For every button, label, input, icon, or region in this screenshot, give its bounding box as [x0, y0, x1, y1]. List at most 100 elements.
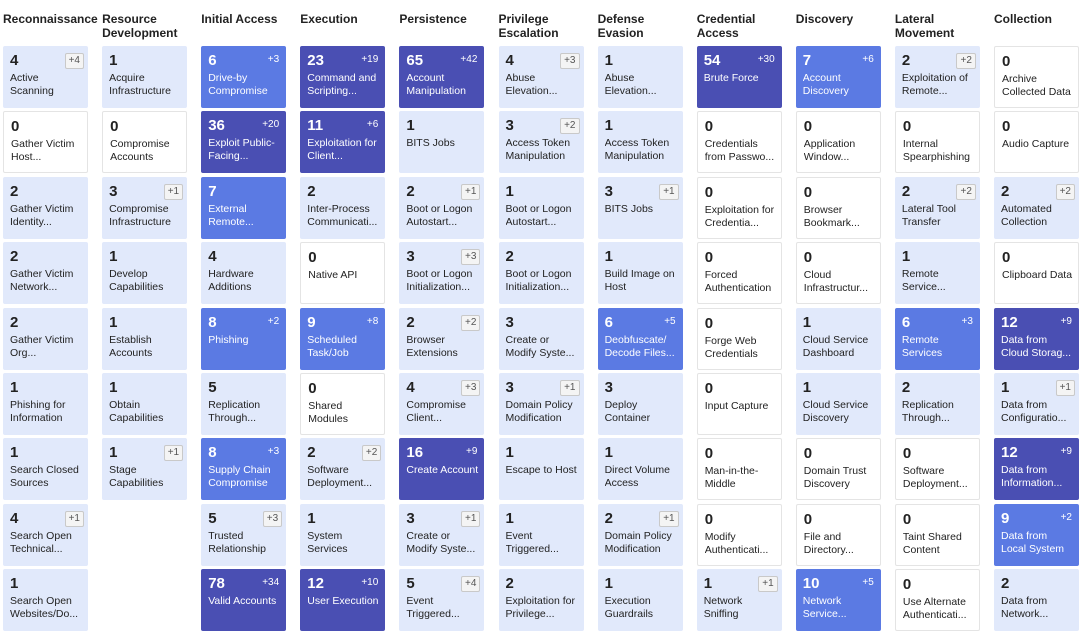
- technique-cell[interactable]: 0 Application Window...: [795, 111, 881, 174]
- subtechnique-badge[interactable]: +9: [1058, 445, 1075, 459]
- subtechnique-badge[interactable]: +1: [163, 183, 184, 200]
- technique-cell[interactable]: 0 Audio Capture: [994, 111, 1079, 174]
- subtechnique-badge[interactable]: +3: [265, 53, 282, 67]
- technique-cell[interactable]: 0 Cloud Infrastructur...: [795, 242, 881, 305]
- technique-cell[interactable]: 9 +8 Scheduled Task/Job: [300, 307, 386, 370]
- technique-cell[interactable]: 4 +3 Abuse Elevation...: [498, 46, 584, 108]
- technique-cell[interactable]: 1 Remote Service...: [894, 242, 980, 305]
- technique-cell[interactable]: 2 Replication Through...: [894, 373, 980, 435]
- subtechnique-badge[interactable]: +30: [755, 53, 778, 67]
- subtechnique-badge[interactable]: +1: [758, 576, 778, 593]
- technique-cell[interactable]: 1 Cloud Service Discovery: [795, 373, 881, 435]
- subtechnique-badge[interactable]: +2: [1055, 183, 1075, 200]
- subtechnique-badge[interactable]: +1: [163, 445, 184, 462]
- technique-cell[interactable]: 7 +6 Account Discovery: [795, 46, 881, 108]
- subtechnique-badge[interactable]: +3: [265, 445, 282, 459]
- subtechnique-badge[interactable]: +10: [358, 576, 381, 590]
- technique-cell[interactable]: 1 Cloud Service Dashboard: [795, 307, 881, 370]
- technique-cell[interactable]: 0 Forge Web Credentials: [696, 307, 782, 370]
- subtechnique-badge[interactable]: +5: [859, 576, 876, 590]
- technique-cell[interactable]: 1 Search Open Websites/Do...: [3, 569, 88, 632]
- subtechnique-badge[interactable]: +3: [262, 510, 283, 527]
- subtechnique-badge[interactable]: +1: [64, 510, 84, 527]
- technique-cell[interactable]: 1 +1 Stage Capabilities: [102, 438, 188, 501]
- technique-cell[interactable]: 9 +2 Data from Local System: [994, 503, 1079, 566]
- technique-cell[interactable]: 1 System Services: [300, 503, 386, 566]
- technique-cell[interactable]: 3 +1 Compromise Infrastructure: [102, 176, 188, 239]
- technique-cell[interactable]: 1 Obtain Capabilities: [102, 373, 188, 435]
- technique-cell[interactable]: 0 Forced Authentication: [696, 242, 782, 305]
- technique-cell[interactable]: 11 +6 Exploitation for Client...: [300, 111, 386, 174]
- subtechnique-badge[interactable]: +3: [460, 249, 481, 266]
- technique-cell[interactable]: 0 Archive Collected Data: [994, 46, 1079, 108]
- technique-cell[interactable]: 2 Gather Victim Network...: [3, 242, 88, 305]
- subtechnique-badge[interactable]: +1: [460, 183, 481, 200]
- technique-cell[interactable]: 12 +9 Data from Information...: [994, 438, 1079, 501]
- subtechnique-badge[interactable]: +2: [560, 118, 580, 135]
- technique-cell[interactable]: 2 Exploitation for Privilege...: [498, 569, 584, 632]
- subtechnique-badge[interactable]: +1: [659, 510, 679, 527]
- technique-cell[interactable]: 23 +19 Command and Scripting...: [300, 46, 386, 108]
- technique-cell[interactable]: 36 +20 Exploit Public-Facing...: [201, 111, 287, 174]
- subtechnique-badge[interactable]: +3: [958, 315, 975, 329]
- subtechnique-badge[interactable]: +9: [463, 445, 480, 459]
- technique-cell[interactable]: 78 +34 Valid Accounts: [201, 569, 287, 632]
- subtechnique-badge[interactable]: +4: [64, 53, 84, 69]
- subtechnique-badge[interactable]: +2: [361, 445, 382, 462]
- technique-cell[interactable]: 2 Inter-Process Communicati...: [300, 176, 386, 239]
- technique-cell[interactable]: 3 Deploy Container: [597, 373, 683, 435]
- technique-cell[interactable]: 12 +9 Data from Cloud Storag...: [994, 307, 1079, 370]
- subtechnique-badge[interactable]: +1: [1055, 380, 1075, 396]
- technique-cell[interactable]: 3 +2 Access Token Manipulation: [498, 111, 584, 174]
- technique-cell[interactable]: 1 Execution Guardrails: [597, 569, 683, 632]
- technique-cell[interactable]: 3 +1 Create or Modify Syste...: [399, 503, 485, 566]
- subtechnique-badge[interactable]: +2: [460, 314, 481, 331]
- technique-cell[interactable]: 1 Event Triggered...: [498, 503, 584, 566]
- technique-cell[interactable]: 12 +10 User Execution: [300, 569, 386, 632]
- technique-cell[interactable]: 1 Build Image on Host: [597, 242, 683, 305]
- technique-cell[interactable]: 16 +9 Create Account: [399, 438, 485, 501]
- technique-cell[interactable]: 1 +1 Data from Configuratio...: [994, 373, 1079, 435]
- technique-cell[interactable]: 0 Modify Authenticati...: [696, 503, 782, 566]
- technique-cell[interactable]: 65 +42 Account Manipulation: [399, 46, 485, 108]
- technique-cell[interactable]: 1 Phishing for Information: [3, 373, 88, 435]
- subtechnique-badge[interactable]: +6: [364, 118, 381, 132]
- technique-cell[interactable]: 4 +4 Active Scanning: [3, 46, 88, 108]
- subtechnique-badge[interactable]: +1: [659, 183, 679, 200]
- technique-cell[interactable]: 3 Create or Modify Syste...: [498, 307, 584, 370]
- subtechnique-badge[interactable]: +20: [259, 118, 282, 132]
- technique-cell[interactable]: 3 +1 Domain Policy Modification: [498, 373, 584, 435]
- technique-cell[interactable]: 1 Establish Accounts: [102, 307, 188, 370]
- technique-cell[interactable]: 0 File and Directory...: [795, 503, 881, 566]
- subtechnique-badge[interactable]: +2: [956, 53, 976, 69]
- technique-cell[interactable]: 2 Data from Network...: [994, 569, 1079, 632]
- technique-cell[interactable]: 2 +1 Domain Policy Modification: [597, 503, 683, 566]
- technique-cell[interactable]: 0 Browser Bookmark...: [795, 176, 881, 239]
- technique-cell[interactable]: 3 +1 BITS Jobs: [597, 176, 683, 239]
- technique-cell[interactable]: 5 +3 Trusted Relationship: [201, 503, 287, 566]
- technique-cell[interactable]: 2 Gather Victim Org...: [3, 307, 88, 370]
- subtechnique-badge[interactable]: +1: [460, 510, 481, 527]
- technique-cell[interactable]: 1 Search Closed Sources: [3, 438, 88, 501]
- technique-cell[interactable]: 8 +2 Phishing: [201, 307, 287, 370]
- technique-cell[interactable]: 0 Shared Modules: [300, 373, 386, 435]
- subtechnique-badge[interactable]: +19: [358, 53, 381, 67]
- technique-cell[interactable]: 8 +3 Supply Chain Compromise: [201, 438, 287, 501]
- technique-cell[interactable]: 4 Hardware Additions: [201, 242, 287, 305]
- technique-cell[interactable]: 0 Compromise Accounts: [102, 111, 188, 174]
- technique-cell[interactable]: 0 Domain Trust Discovery: [795, 438, 881, 501]
- technique-cell[interactable]: 0 Credentials from Passwo...: [696, 111, 782, 174]
- technique-cell[interactable]: 2 +2 Lateral Tool Transfer: [894, 176, 980, 239]
- technique-cell[interactable]: 6 +5 Deobfuscate/ Decode Files...: [597, 307, 683, 370]
- subtechnique-badge[interactable]: +2: [1058, 511, 1075, 525]
- technique-cell[interactable]: 2 +1 Boot or Logon Autostart...: [399, 176, 485, 239]
- technique-cell[interactable]: 0 Exploitation for Credentia...: [696, 176, 782, 239]
- technique-cell[interactable]: 2 Gather Victim Identity...: [3, 176, 88, 239]
- technique-cell[interactable]: 0 Native API: [300, 242, 386, 305]
- subtechnique-badge[interactable]: +3: [460, 380, 481, 396]
- technique-cell[interactable]: 7 External Remote...: [201, 176, 287, 239]
- technique-cell[interactable]: 2 +2 Software Deployment...: [300, 438, 386, 501]
- technique-cell[interactable]: 1 Direct Volume Access: [597, 438, 683, 501]
- technique-cell[interactable]: 1 Develop Capabilities: [102, 242, 188, 305]
- technique-cell[interactable]: 0 Taint Shared Content: [894, 503, 980, 566]
